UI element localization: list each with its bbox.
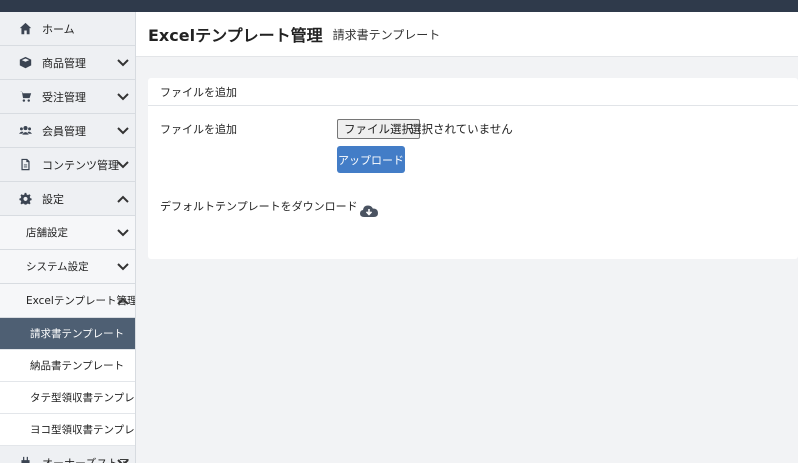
sidebar-item-label: ヨコ型領収書テンプレート xyxy=(30,424,135,436)
chevron-down-icon xyxy=(116,57,130,69)
chevron-down-icon xyxy=(116,457,130,463)
chevron-down-icon xyxy=(116,261,130,273)
sidebar-item-store-settings[interactable]: 店舗設定 xyxy=(0,216,135,250)
sidebar-item-label: 請求書テンプレート xyxy=(30,328,125,340)
sidebar-item-label: 会員管理 xyxy=(42,124,86,138)
sidebar-item-horizontal-receipt-template[interactable]: ヨコ型領収書テンプレート xyxy=(0,414,135,446)
sidebar-item-owners-store[interactable]: オーナーズストア xyxy=(0,446,135,463)
sidebar-item-excel-templates[interactable]: Excelテンプレート管理 xyxy=(0,284,135,318)
sidebar-item-products[interactable]: 商品管理 xyxy=(0,46,135,80)
users-icon xyxy=(16,124,34,137)
sidebar-item-vertical-receipt-template[interactable]: タテ型領収書テンプレート xyxy=(0,382,135,414)
chevron-up-icon xyxy=(116,295,130,307)
chevron-down-icon xyxy=(116,91,130,103)
file-icon xyxy=(16,158,34,171)
chevron-down-icon xyxy=(116,159,130,171)
sidebar-item-label: コンテンツ管理 xyxy=(42,158,119,172)
sidebar-item-home[interactable]: ホーム xyxy=(0,12,135,46)
page-subtitle: 請求書テンプレート xyxy=(332,27,441,42)
sidebar-item-system-settings[interactable]: システム設定 xyxy=(0,250,135,284)
chevron-up-icon xyxy=(116,193,130,205)
chevron-down-icon xyxy=(116,125,130,137)
upload-button[interactable]: アップロード xyxy=(337,146,405,173)
sidebar-item-label: 納品書テンプレート xyxy=(30,360,125,372)
gear-icon xyxy=(16,192,34,205)
sidebar: ホーム 商品管理 受注管理 会員管理 コンテンツ管理 設定 店舗設定 システム設… xyxy=(0,12,136,463)
sidebar-item-members[interactable]: 会員管理 xyxy=(0,114,135,148)
sidebar-item-label: 商品管理 xyxy=(42,56,86,70)
card-heading: ファイルを追加 xyxy=(148,78,798,106)
sidebar-item-delivery-template[interactable]: 納品書テンプレート xyxy=(0,350,135,382)
chevron-down-icon xyxy=(116,227,130,239)
sidebar-item-label: ホーム xyxy=(42,22,75,36)
file-upload-card: ファイルを追加 ファイルを追加 デフォルトテンプレートをダウンロード xyxy=(148,78,798,259)
home-icon xyxy=(16,22,34,35)
sidebar-item-label: タテ型領収書テンプレート xyxy=(30,392,135,404)
page-header: Excelテンプレート管理 請求書テンプレート xyxy=(136,12,798,57)
file-add-label: ファイルを追加 xyxy=(160,123,237,136)
sidebar-item-settings[interactable]: 設定 xyxy=(0,182,135,216)
main-content: Excelテンプレート管理 請求書テンプレート ファイルを追加 ファイルを追加 … xyxy=(136,12,798,463)
sidebar-item-label: 店舗設定 xyxy=(26,227,68,239)
download-template-label: デフォルトテンプレートをダウンロード xyxy=(160,200,358,213)
sidebar-item-contents[interactable]: コンテンツ管理 xyxy=(0,148,135,182)
sidebar-item-label: 受注管理 xyxy=(42,90,86,104)
page-title: Excelテンプレート管理 xyxy=(148,26,323,45)
top-bar xyxy=(0,0,798,12)
plug-icon xyxy=(16,456,34,463)
cloud-download-icon[interactable] xyxy=(359,203,379,219)
cube-icon xyxy=(16,56,34,69)
sidebar-item-label: 設定 xyxy=(42,192,64,206)
sidebar-item-label: システム設定 xyxy=(26,261,89,273)
file-select-button[interactable]: ファイル選択 xyxy=(337,119,420,139)
cart-icon xyxy=(16,90,34,103)
file-status-text: 選択されていません xyxy=(410,122,513,136)
sidebar-item-invoice-template[interactable]: 請求書テンプレート xyxy=(0,318,135,350)
sidebar-item-orders[interactable]: 受注管理 xyxy=(0,80,135,114)
